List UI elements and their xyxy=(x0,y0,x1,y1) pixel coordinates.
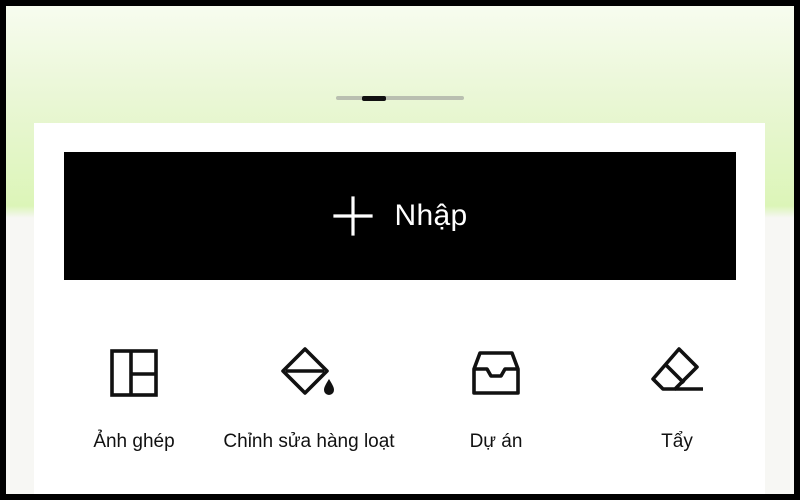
app-screen: Nhập Ảnh ghép Chỉnh sửa hàng loạt Dự án … xyxy=(6,6,794,494)
tool-eraser[interactable]: Tẩy xyxy=(562,343,792,463)
import-button[interactable]: Nhập xyxy=(64,152,736,280)
import-label: Nhập xyxy=(394,199,468,232)
eraser-icon xyxy=(651,347,703,391)
bottom-panel: Nhập Ảnh ghép Chỉnh sửa hàng loạt Dự án … xyxy=(34,123,765,494)
page-indicator xyxy=(336,95,464,101)
page-indicator-active xyxy=(362,95,386,101)
collage-icon xyxy=(110,349,158,397)
paint-bucket-icon xyxy=(281,347,334,395)
tool-label-eraser: Tẩy xyxy=(661,431,693,452)
plus-icon xyxy=(332,196,373,236)
inbox-tray-icon xyxy=(472,351,520,395)
